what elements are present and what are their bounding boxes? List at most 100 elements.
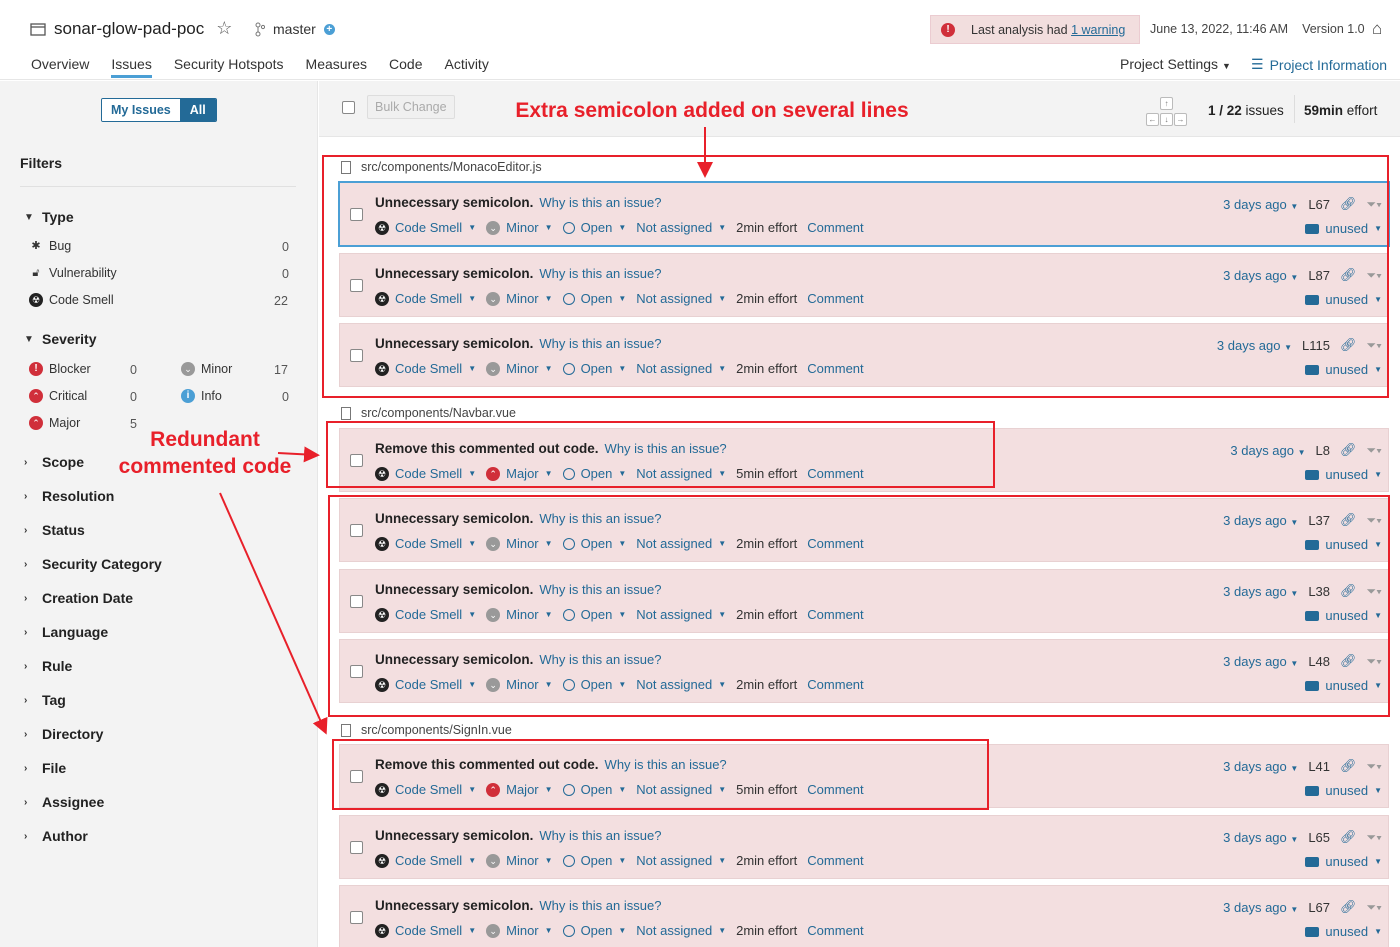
facet-status[interactable]: › Status xyxy=(24,522,85,538)
facet-scope[interactable]: › Scope xyxy=(24,454,84,470)
facet-assignee[interactable]: › Assignee xyxy=(24,794,104,810)
issue-message[interactable]: Unnecessary semicolon. Why is this an iss… xyxy=(375,898,661,913)
file-header[interactable]: src/components/SignIn.vue xyxy=(341,723,512,737)
issue-card[interactable]: Unnecessary semicolon. Why is this an iss… xyxy=(339,885,1389,947)
tab-security-hotspots[interactable]: Security Hotspots xyxy=(174,56,284,78)
facet-directory[interactable]: › Directory xyxy=(24,726,103,742)
warning-link[interactable]: 1 warning xyxy=(1071,23,1125,37)
issue-assignee-dropdown[interactable]: Not assigned ▼ xyxy=(636,853,726,868)
issue-tags-dropdown[interactable]: unused ▼ xyxy=(1305,924,1382,939)
facet-title: Language xyxy=(42,624,109,640)
issue-message[interactable]: Unnecessary semicolon. Why is this an iss… xyxy=(375,828,661,843)
project-settings-menu[interactable]: Project Settings ▼ xyxy=(1120,56,1231,72)
issue-assignee-label: Not assigned xyxy=(636,853,713,868)
issue-checkbox[interactable] xyxy=(350,841,363,854)
issue-type-dropdown[interactable]: ☢ Code Smell ▼ xyxy=(375,923,476,938)
permalink-icon[interactable]: 🔗︎ xyxy=(1340,442,1357,458)
issue-meta: 3 days ago ▼ L65 🔗︎ ⏷▾ xyxy=(1223,829,1382,845)
facet-language[interactable]: › Language xyxy=(24,624,108,640)
issue-status-dropdown[interactable]: Open ▼ xyxy=(562,853,626,868)
permalink-icon[interactable]: 🔗︎ xyxy=(1340,758,1357,774)
facet-file[interactable]: › File xyxy=(24,760,66,776)
filter-icon[interactable]: ⏷▾ xyxy=(1367,759,1382,774)
facet-count: 17 xyxy=(274,363,288,377)
select-all-checkbox[interactable] xyxy=(342,101,355,114)
issue-tags-dropdown[interactable]: unused ▼ xyxy=(1305,854,1382,869)
facet-item-vulnerability[interactable]: 🔓︎ Vulnerability xyxy=(29,266,116,280)
facet-resolution[interactable]: › Resolution xyxy=(24,488,114,504)
issue-tags-dropdown[interactable]: unused ▼ xyxy=(1305,467,1382,482)
permalink-icon[interactable]: 🔗︎ xyxy=(1340,829,1357,845)
issue-type-label: Code Smell xyxy=(395,853,463,868)
tab-code[interactable]: Code xyxy=(389,56,422,78)
tab-issues[interactable]: Issues xyxy=(111,56,152,78)
project-version: Version 1.0 xyxy=(1302,22,1365,36)
project-information-link[interactable]: ☰ Project Information xyxy=(1251,56,1387,73)
project-name[interactable]: sonar-glow-pad-poc xyxy=(54,19,204,39)
annotation-box xyxy=(332,739,989,810)
file-header[interactable]: src/components/Navbar.vue xyxy=(341,406,516,420)
facet-title: Severity xyxy=(42,331,97,347)
facet-type[interactable]: ▼ Type xyxy=(24,209,74,225)
facet-item-major[interactable]: ⌃ Major xyxy=(29,416,80,430)
issue-attributes: ☢ Code Smell ▼ ⌄ Minor ▼ Open ▼ Not assigned ▼… xyxy=(375,853,864,868)
issue-status-dropdown[interactable]: Open ▼ xyxy=(562,923,626,938)
annotation-box xyxy=(322,155,1389,398)
issue-status-label: Open xyxy=(580,853,613,868)
facet-creation-date[interactable]: › Creation Date xyxy=(24,590,133,606)
issue-card[interactable]: Unnecessary semicolon. Why is this an iss… xyxy=(339,815,1389,879)
why-link[interactable]: Why is this an issue? xyxy=(539,898,661,913)
tab-activity[interactable]: Activity xyxy=(444,56,488,78)
facet-author[interactable]: › Author xyxy=(24,828,88,844)
issue-age-dropdown[interactable]: 3 days ago ▼ xyxy=(1223,900,1298,915)
facet-rule[interactable]: › Rule xyxy=(24,658,72,674)
issue-checkbox[interactable] xyxy=(350,911,363,924)
filter-icon[interactable]: ⏷▾ xyxy=(1367,830,1382,845)
permalink-icon[interactable]: 🔗︎ xyxy=(1340,899,1357,915)
issue-age-dropdown[interactable]: 3 days ago ▼ xyxy=(1230,443,1305,458)
facet-item-minor[interactable]: ⌄ Minor xyxy=(181,362,232,376)
code-smell-icon: ☢ xyxy=(29,293,43,307)
issue-type-dropdown[interactable]: ☢ Code Smell ▼ xyxy=(375,853,476,868)
tab-measures[interactable]: Measures xyxy=(306,56,367,78)
my-issues-button[interactable]: My Issues xyxy=(102,99,180,121)
issue-tag-label: unused xyxy=(1325,467,1369,482)
favorite-star-icon[interactable]: ☆ xyxy=(216,18,232,39)
facet-title: Assignee xyxy=(42,794,105,810)
tab-overview[interactable]: Overview xyxy=(31,56,89,78)
filter-icon[interactable]: ⏷▾ xyxy=(1367,900,1382,915)
facet-item-blocker[interactable]: ! Blocker xyxy=(29,362,91,376)
facet-item-bug[interactable]: ✱ Bug xyxy=(29,239,71,253)
issue-severity-dropdown[interactable]: ⌄ Minor ▼ xyxy=(486,923,553,938)
issue-age-label: 3 days ago xyxy=(1223,829,1287,845)
facet-security-category[interactable]: › Security Category xyxy=(24,556,162,572)
issue-severity-dropdown[interactable]: ⌄ Minor ▼ xyxy=(486,853,553,868)
all-issues-button[interactable]: All xyxy=(179,99,216,121)
comment-link[interactable]: Comment xyxy=(807,923,863,938)
chevron-down-icon: ▼ xyxy=(24,333,34,345)
comment-link[interactable]: Comment xyxy=(807,853,863,868)
facet-severity[interactable]: ▼ Severity xyxy=(24,331,96,347)
facet-count: 0 xyxy=(282,240,289,254)
branch-selector[interactable]: master + xyxy=(255,21,335,37)
facet-item-info[interactable]: i Info xyxy=(181,389,222,403)
why-link[interactable]: Why is this an issue? xyxy=(539,828,661,843)
issue-severity-label: Minor xyxy=(506,923,539,938)
facet-item-code-smell[interactable]: ☢ Code Smell xyxy=(29,293,114,307)
chevron-down-icon: ▼ xyxy=(1374,927,1382,936)
branch-add-icon[interactable]: + xyxy=(323,23,335,35)
issue-meta: 3 days ago ▼ L8 🔗︎ ⏷▾ xyxy=(1230,442,1382,458)
facet-item-critical[interactable]: ⌃ Critical xyxy=(29,389,87,403)
issue-age-dropdown[interactable]: 3 days ago ▼ xyxy=(1223,830,1298,845)
facet-item-label: Minor xyxy=(201,362,233,376)
facet-title: Resolution xyxy=(42,488,115,504)
issue-assignee-dropdown[interactable]: Not assigned ▼ xyxy=(636,923,726,938)
issue-tags-dropdown[interactable]: unused ▼ xyxy=(1305,783,1382,798)
bulk-change-button[interactable]: Bulk Change xyxy=(367,95,455,119)
facet-tag[interactable]: › Tag xyxy=(24,692,66,708)
home-icon[interactable]: ⌂ xyxy=(1372,19,1382,39)
issue-age-dropdown[interactable]: 3 days ago ▼ xyxy=(1223,759,1298,774)
chevron-down-icon: ▼ xyxy=(1374,857,1382,866)
minor-icon: ⌄ xyxy=(486,853,501,868)
filter-icon[interactable]: ⏷▾ xyxy=(1367,443,1382,458)
